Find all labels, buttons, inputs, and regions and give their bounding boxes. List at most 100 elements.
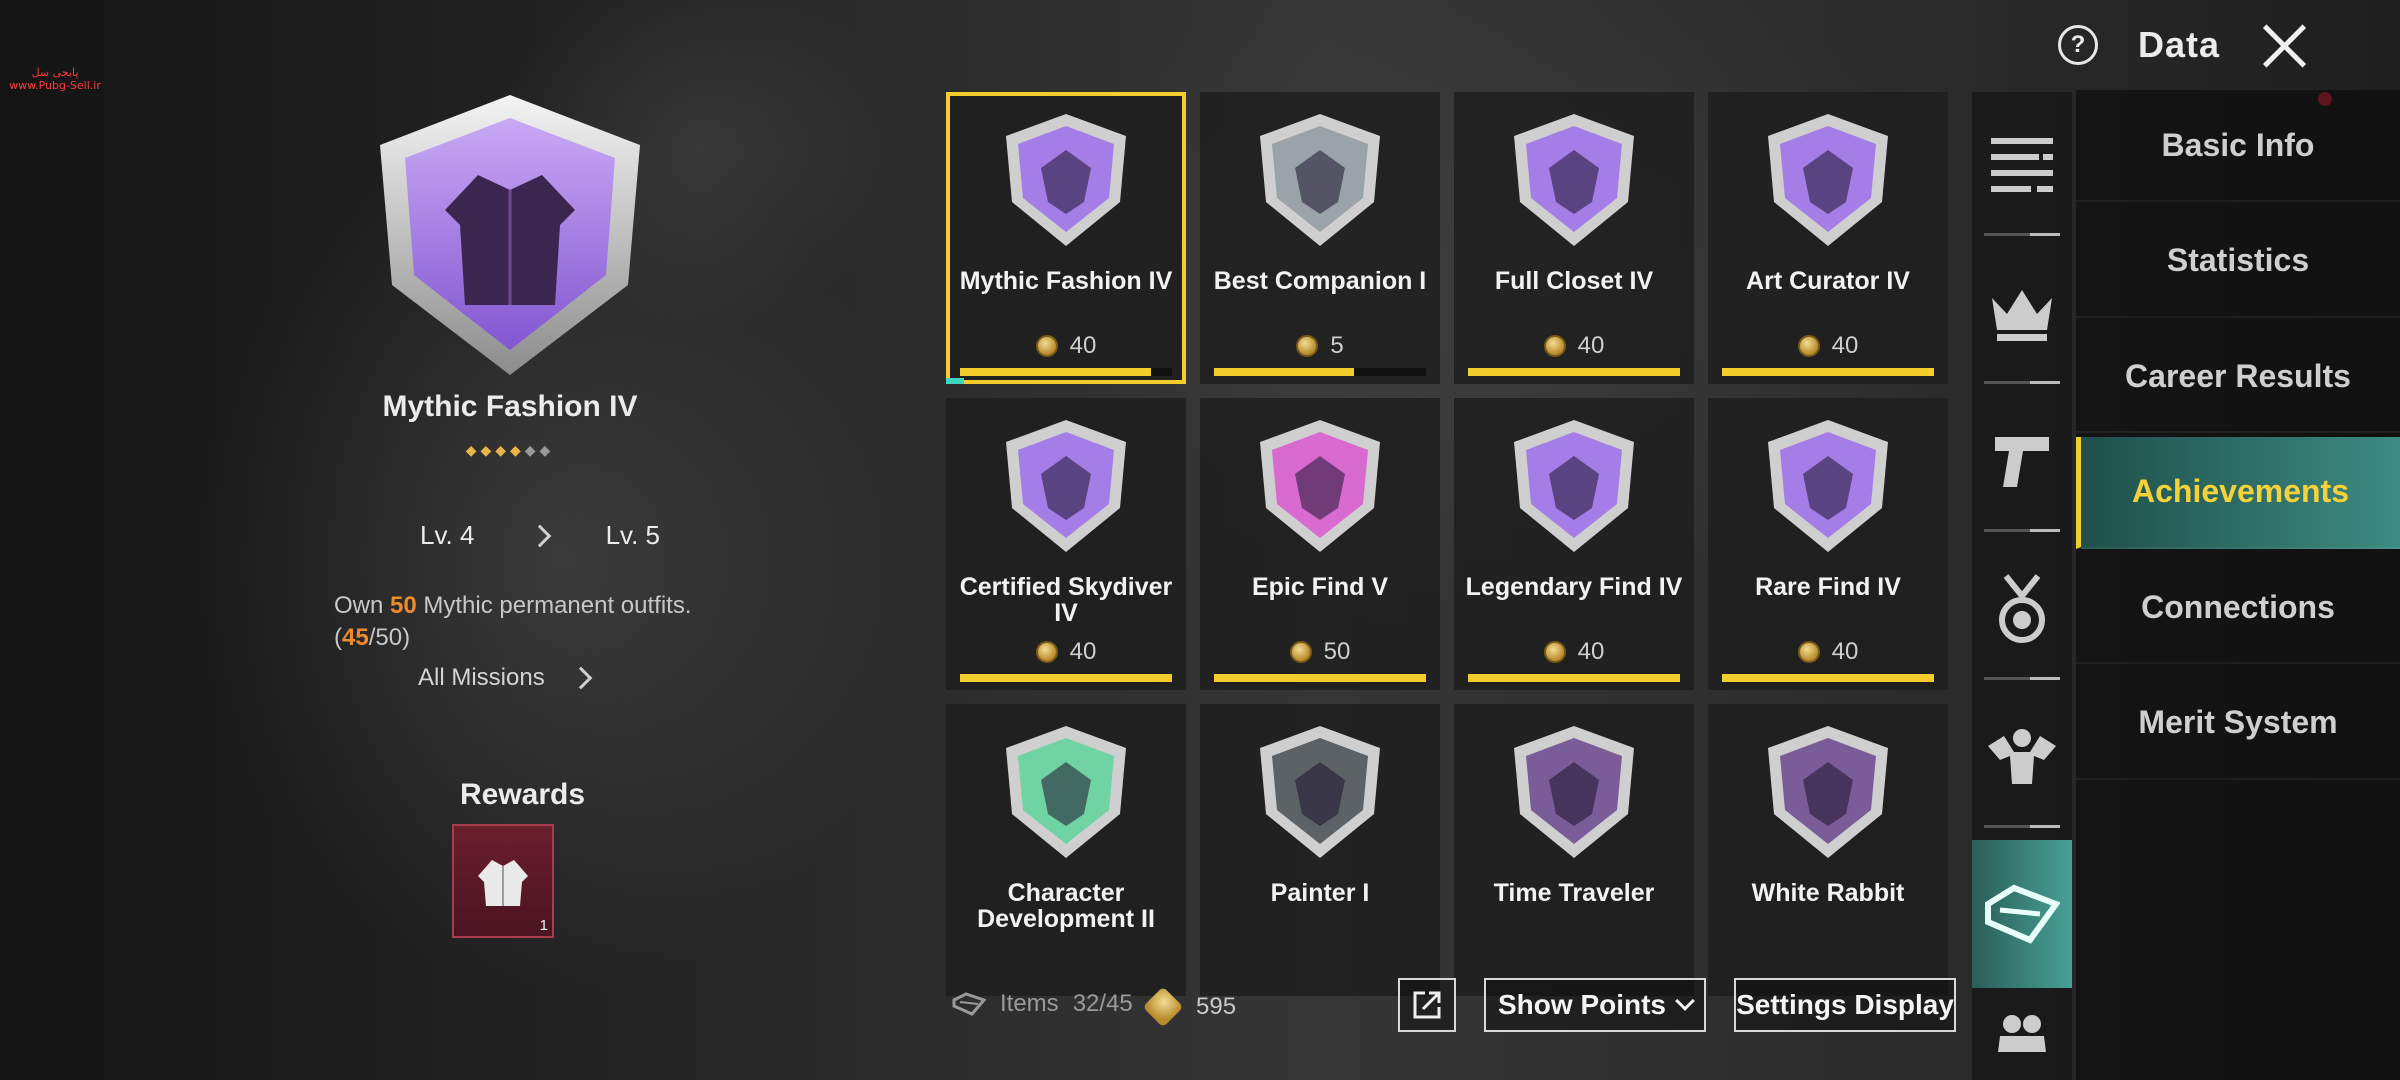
achievement-card[interactable]: Time Traveler (1454, 704, 1694, 996)
settings-display-button[interactable]: Settings Display (1734, 978, 1956, 1032)
menu-item-merit-system[interactable]: Merit System (2076, 668, 2400, 780)
tab-list[interactable] (1972, 92, 2072, 240)
achievement-card[interactable]: Rare Find IV 40 (1708, 398, 1948, 690)
achievement-badge-icon (1514, 420, 1634, 552)
achievement-points: 40 (1454, 332, 1694, 360)
show-points-dropdown[interactable]: Show Points (1484, 978, 1706, 1032)
achievement-name: Epic Find V (1251, 573, 1389, 601)
level-stars: ◆◆◆◆◆◆ (300, 442, 720, 459)
tab-medal[interactable] (1972, 536, 2072, 684)
stars-filled: ◆◆◆◆ (465, 442, 525, 458)
tab-muscle[interactable] (1972, 684, 2072, 832)
menu-item-career-results[interactable]: Career Results (2076, 321, 2400, 433)
progress-bar (960, 368, 1172, 376)
items-label: Items (1000, 990, 1059, 1017)
achievement-badge-icon (1260, 420, 1380, 552)
achievement-points: 40 (1708, 638, 1948, 666)
achievement-badge-icon (1006, 114, 1126, 246)
progress-current: 45 (342, 624, 369, 651)
pistol-icon (1995, 437, 2049, 487)
coin-icon (1296, 335, 1319, 357)
tab-separator (1984, 825, 2060, 828)
muscle-icon (1988, 729, 2056, 784)
achievement-card[interactable]: Legendary Find IV 40 (1454, 398, 1694, 690)
menu-item-achievements[interactable]: Achievements (2076, 436, 2400, 549)
achievement-badge-icon (1768, 726, 1888, 858)
desc-suffix: Mythic permanent outfits. (416, 592, 692, 619)
achievement-card[interactable]: Best Companion I 5 (1200, 92, 1440, 384)
achievement-badge-icon (1260, 114, 1380, 246)
progress-bar (1214, 674, 1426, 682)
level-progression: Lv. 4 Lv. 5 (420, 520, 660, 551)
close-button[interactable] (2260, 20, 2310, 70)
data-menu: Basic Info Statistics Career Results Achiev… (2076, 90, 2400, 1080)
watermark-line-1: پابجی سل (31, 66, 79, 79)
achievement-badge-icon (1006, 420, 1126, 552)
coin-icon (1543, 641, 1566, 663)
all-missions-link[interactable]: All Missions (418, 664, 593, 692)
share-button[interactable] (1398, 978, 1456, 1032)
achievement-card[interactable]: Epic Find V 50 (1200, 398, 1440, 690)
menu-item-basic-info[interactable]: Basic Info (2076, 90, 2400, 202)
rewards-heading: Rewards (460, 778, 586, 811)
tab-separator (1984, 529, 2060, 532)
show-points-label: Show Points (1498, 989, 1666, 1020)
achievement-name: Time Traveler (1493, 879, 1655, 907)
progress-open: ( (334, 624, 342, 651)
achievement-card[interactable]: Painter I (1200, 704, 1440, 996)
progress-fill (960, 368, 1151, 376)
tab-crown[interactable] (1972, 240, 2072, 388)
progress-fill (1214, 368, 1354, 376)
achievement-name: Certified Skydiver IV (959, 573, 1173, 627)
level-current: Lv. 4 (420, 520, 475, 550)
help-button[interactable]: ? (2057, 25, 2098, 65)
watermark-line-2: www.Pubg-Sell.ir (9, 79, 101, 92)
tab-outfit[interactable] (1972, 840, 2072, 988)
points-counter: 595 (1142, 986, 1237, 1028)
progress-bar (1722, 674, 1934, 682)
tab-weapon[interactable] (1972, 388, 2072, 536)
outfit-icon (1985, 884, 2060, 944)
list-icon (1991, 138, 2053, 192)
coin-icon (1797, 335, 1820, 357)
achievement-badge-icon (1514, 726, 1634, 858)
progress-fill (1722, 368, 1934, 376)
progress-bar (1468, 674, 1680, 682)
achievement-card[interactable]: Full Closet IV 40 (1454, 92, 1694, 384)
points-value: 40 (1831, 638, 1859, 665)
progress-bar (1214, 368, 1426, 376)
achievement-name: Character Development II (977, 879, 1155, 933)
achievement-points: 40 (1454, 638, 1694, 666)
achievement-points: 40 (946, 332, 1186, 360)
achievement-name: Mythic Fashion IV (959, 267, 1173, 295)
share-icon (1413, 991, 1441, 1019)
achievement-badge-icon (1006, 726, 1126, 858)
points-value: 40 (1831, 332, 1859, 359)
achievement-card[interactable]: Certified Skydiver IV 40 (946, 398, 1186, 690)
progress-bar (960, 674, 1172, 682)
progress-fill (960, 674, 1172, 682)
points-value: 595 (1196, 993, 1237, 1020)
coin-icon (1289, 641, 1312, 663)
achievement-card[interactable]: Character Development II (946, 704, 1186, 996)
points-value: 50 (1323, 638, 1351, 665)
achievement-points-icon (1142, 986, 1184, 1028)
achievement-badge-icon (1514, 114, 1634, 246)
outfit-icon (952, 992, 986, 1016)
menu-item-connections[interactable]: Connections (2076, 552, 2400, 664)
coin-icon (1543, 335, 1566, 357)
help-icon: ? (2070, 31, 2086, 58)
achievement-card[interactable]: Mythic Fashion IV 40 (946, 92, 1186, 384)
achievement-card[interactable]: White Rabbit (1708, 704, 1948, 996)
reward-item[interactable]: 1 (452, 824, 554, 938)
achievement-card[interactable]: Art Curator IV 40 (1708, 92, 1948, 384)
tab-separator (1984, 233, 2060, 236)
points-value: 40 (1577, 332, 1605, 359)
reward-count: 1 (539, 917, 548, 934)
top-bar: ? Data (2057, 20, 2310, 70)
desc-prefix: Own (334, 592, 391, 619)
tab-team[interactable] (1972, 992, 2072, 1072)
all-missions-label: All Missions (418, 664, 545, 691)
achievement-points: 40 (1708, 332, 1948, 360)
menu-item-statistics[interactable]: Statistics (2076, 206, 2400, 318)
